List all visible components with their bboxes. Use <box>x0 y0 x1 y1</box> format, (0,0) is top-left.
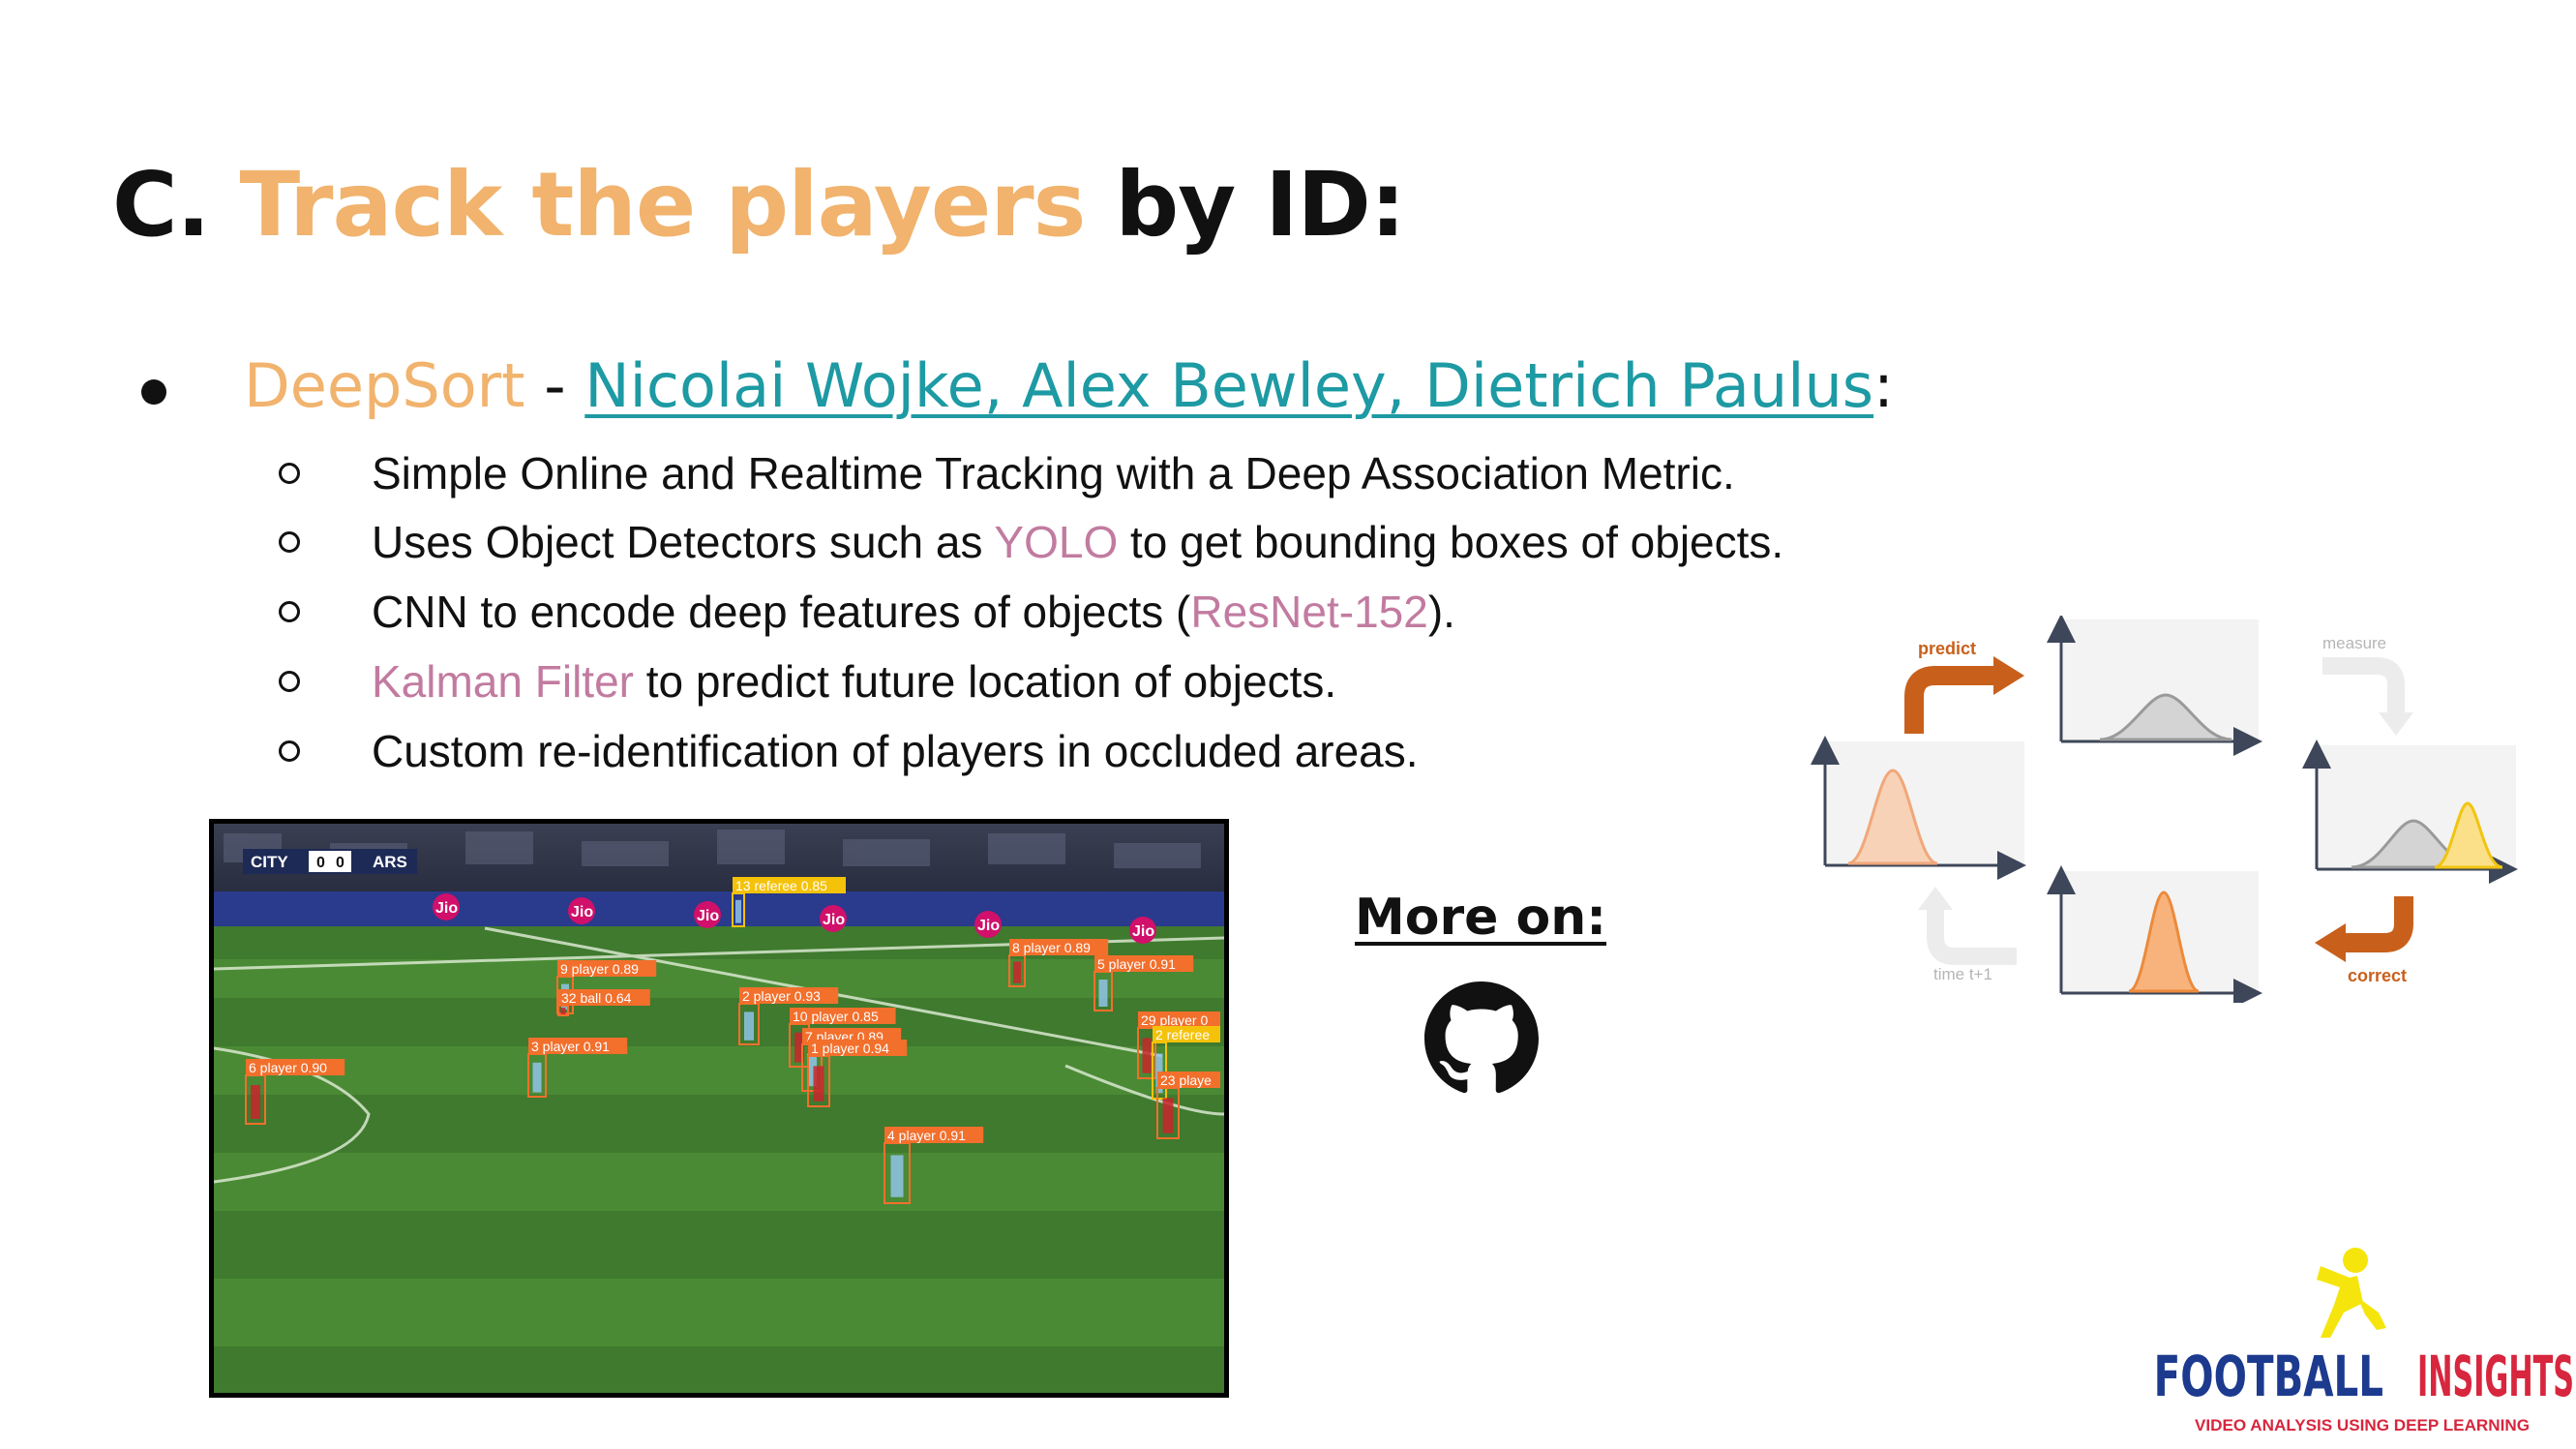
more-on-heading: More on: <box>1355 889 1607 947</box>
authors-link[interactable]: Nicolai Wojke, Alex Bewley, Dietrich Pau… <box>584 350 1873 421</box>
detection-label: 29 player 0 <box>1141 1012 1208 1028</box>
player-figure <box>890 1155 904 1197</box>
time-label: time t+1 <box>1933 965 1992 983</box>
detection-label: 9 player 0.89 <box>560 961 639 977</box>
sub-bullet-text: Uses Object Detectors such as <box>372 517 995 567</box>
sponsor-logo: Jio <box>697 908 719 924</box>
measure-label: measure <box>2322 634 2386 652</box>
circle-bullet-icon <box>279 531 300 553</box>
detection-label: 3 player 0.91 <box>531 1039 610 1054</box>
circle-bullet-icon <box>279 601 300 622</box>
sub-bullet-text: ). <box>1427 587 1455 637</box>
predict-arrow: predict <box>1904 639 2024 734</box>
scoreboard: CITY 0 0 ARS <box>243 849 417 874</box>
detection-label: 23 playe <box>1160 1072 1212 1088</box>
yolo-highlight: YOLO <box>994 517 1119 567</box>
detection-label: 1 player 0.94 <box>811 1041 889 1056</box>
detection-label: 10 player 0.85 <box>793 1009 879 1024</box>
player-figure <box>813 1066 824 1102</box>
circle-bullet-icon <box>279 463 300 484</box>
github-icon[interactable] <box>1424 981 1539 1096</box>
player-figure <box>735 899 741 923</box>
player-figure <box>532 1062 542 1093</box>
sub-bullet-text: Simple Online and Realtime Tracking with… <box>372 448 1735 498</box>
sub-bullet-text: to get bounding boxes of objects. <box>1118 517 1784 567</box>
sub-bullet-text: Custom re-identification of players in o… <box>372 726 1419 776</box>
time-step-arrow: time t+1 <box>1918 887 2017 983</box>
bullet-separator: - <box>524 350 585 421</box>
deepsort-label: DeepSort <box>244 350 525 421</box>
player-figure <box>251 1085 260 1119</box>
player-figure <box>1162 1098 1174 1133</box>
player-figure <box>744 1011 754 1041</box>
away-team: ARS <box>373 853 407 871</box>
detection-label: 13 referee 0.85 <box>735 878 827 893</box>
predicted-distribution-panel <box>2047 616 2262 756</box>
sponsor-logo: Jio <box>1132 923 1154 940</box>
slide-title: C. Track the players by ID: <box>112 153 1406 257</box>
away-score: 0 <box>336 855 344 871</box>
player-figure <box>1098 980 1108 1007</box>
detection-label: 2 player 0.93 <box>742 988 821 1004</box>
detection-label: 32 ball 0.64 <box>561 990 632 1006</box>
title-suffix: by ID: <box>1085 153 1405 257</box>
football-pitch-image: CITY 0 0 ARS Jio Jio Jio Jio Jio Jio 9 p… <box>214 824 1224 1393</box>
sponsor-logo: Jio <box>823 912 845 928</box>
sub-bullet-text: CNN to encode deep features of objects ( <box>372 587 1191 637</box>
bullet-colon: : <box>1873 350 1894 421</box>
title-prefix: C. <box>112 153 240 257</box>
football-insights-logo: FOOTBALL INSIGHTS VIDEO ANALYSIS USING D… <box>2154 1248 2574 1434</box>
predict-label: predict <box>1918 639 1976 658</box>
logo-tagline: VIDEO ANALYSIS USING DEEP LEARNING <box>2195 1416 2530 1434</box>
detection-label: 2 referee <box>1155 1027 1210 1042</box>
correct-arrow: correct <box>2315 896 2413 985</box>
sponsor-logo: Jio <box>571 904 593 921</box>
sub-bullet-text: to predict future location of objects. <box>633 656 1337 707</box>
corrected-distribution-panel <box>2047 865 2262 1003</box>
circle-bullet-icon <box>279 671 300 692</box>
sponsor-logo: Jio <box>977 918 1000 934</box>
home-score: 0 <box>316 855 325 871</box>
detection-label: 5 player 0.91 <box>1097 956 1176 972</box>
detection-label: 4 player 0.91 <box>887 1128 966 1143</box>
bullet-dot <box>141 379 166 405</box>
measurement-panel <box>2302 740 2518 884</box>
kalman-filter-diagram: predict measure correct time t+1 <box>1811 616 2518 1003</box>
title-accent: Track the players <box>239 153 1087 257</box>
player-figure <box>1142 1038 1152 1073</box>
player-figure <box>1013 961 1021 983</box>
home-team: CITY <box>251 853 288 871</box>
kalman-highlight: Kalman Filter <box>372 656 634 707</box>
circle-bullet-icon <box>279 740 300 762</box>
correct-label: correct <box>2348 966 2407 985</box>
tracking-video-frame: CITY 0 0 ARS Jio Jio Jio Jio Jio Jio 9 p… <box>209 819 1229 1398</box>
detection-label: 6 player 0.90 <box>249 1060 327 1075</box>
prior-distribution-panel <box>1811 736 2026 880</box>
resnet-highlight: ResNet-152 <box>1190 587 1428 637</box>
sponsor-logo: Jio <box>435 900 458 917</box>
player-figure <box>560 1008 566 1014</box>
measure-arrow: measure <box>2322 634 2413 736</box>
detection-label: 8 player 0.89 <box>1012 940 1091 955</box>
logo-word-insights: INSIGHTS <box>2417 1343 2574 1409</box>
logo-word-football: FOOTBALL <box>2154 1344 2383 1410</box>
player-kicking-icon <box>2317 1248 2386 1338</box>
